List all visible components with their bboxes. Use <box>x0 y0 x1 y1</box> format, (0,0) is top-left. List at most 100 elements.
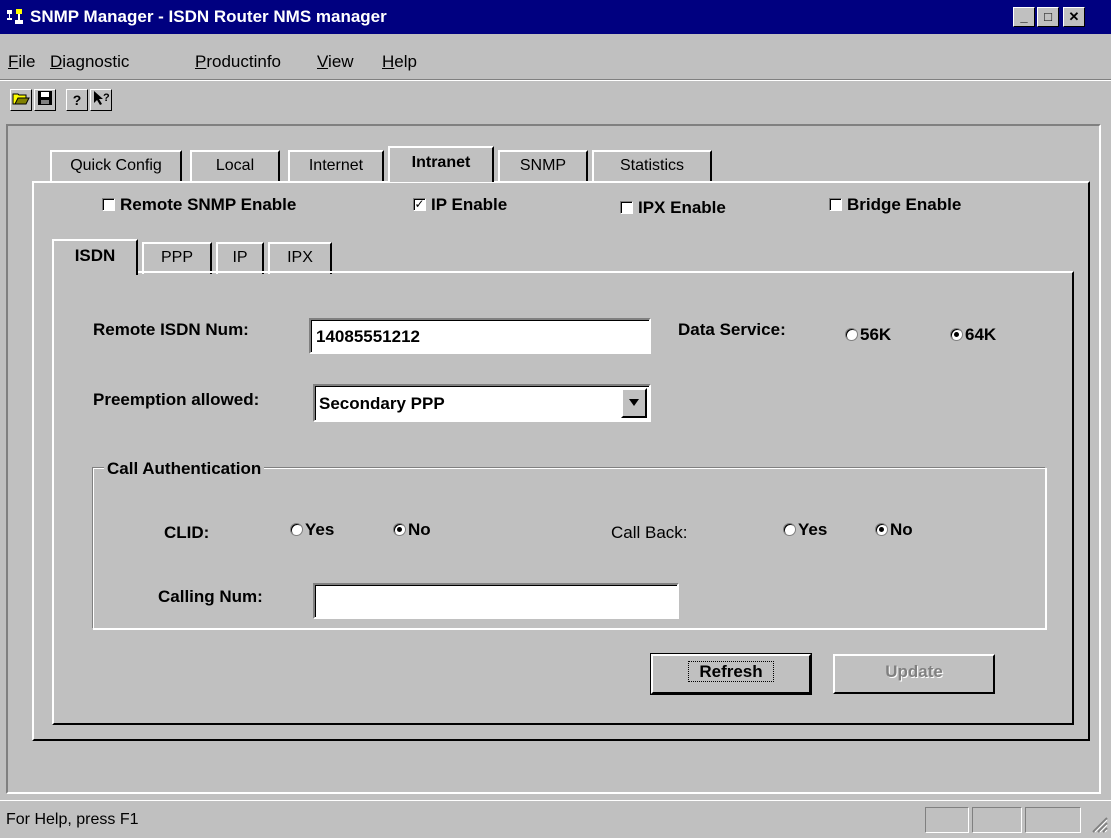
refresh-button-face: Refresh <box>651 654 811 694</box>
radio-label: Yes <box>305 520 335 539</box>
radio-circle <box>875 523 888 536</box>
tab-statistics[interactable]: Statistics <box>592 150 712 182</box>
menu-accel: F <box>8 52 19 71</box>
close-button[interactable]: ✕ <box>1063 7 1085 27</box>
radio-label: No <box>408 520 431 539</box>
open-button[interactable] <box>10 89 32 111</box>
checkbox-label: Remote SNMP Enable <box>120 195 297 214</box>
menu-file[interactable]: File <box>8 52 35 72</box>
subtab-label: IPX <box>287 249 313 266</box>
radio-circle <box>783 523 796 536</box>
tab-label: Intranet <box>411 154 471 171</box>
menu-view[interactable]: View <box>317 52 354 72</box>
app-window: SNMP Manager - ISDN Router NMS manager _… <box>0 0 1111 835</box>
call-back-label: Call Back: <box>611 523 688 542</box>
status-pane-3 <box>1025 807 1081 833</box>
update-button[interactable]: Update <box>833 654 995 694</box>
preemption-select[interactable]: Secondary PPP <box>313 384 651 422</box>
tab-snmp[interactable]: SNMP <box>498 150 588 182</box>
svg-text:?: ? <box>103 92 110 104</box>
tab-label: Internet <box>308 157 364 174</box>
radio-label: Yes <box>798 520 828 539</box>
data-service-label: Data Service: <box>678 320 786 339</box>
tab-label: Local <box>215 157 255 174</box>
resize-grip-icon[interactable] <box>1090 815 1108 833</box>
checkbox-box <box>102 198 115 211</box>
remote-isdn-input[interactable]: 14085551212 <box>309 318 651 354</box>
preemption-label: Preemption allowed: <box>93 390 260 409</box>
checkbox-box <box>620 201 633 214</box>
open-icon <box>12 93 30 109</box>
checkbox-box: ✓ <box>413 197 426 211</box>
menu-separator <box>0 79 1111 81</box>
minimize-icon: _ <box>1020 9 1028 24</box>
subtab-ip[interactable]: IP <box>216 242 264 274</box>
menu-diagnostic[interactable]: Diagnostic <box>50 52 129 72</box>
tab-label: Quick Config <box>70 157 162 174</box>
radio-circle <box>290 523 303 536</box>
tab-intranet[interactable]: Intranet <box>388 146 494 182</box>
menu-accel: V <box>317 52 329 71</box>
app-icon <box>6 8 24 26</box>
save-button[interactable] <box>34 89 56 111</box>
tab-quick-config[interactable]: Quick Config <box>50 150 182 182</box>
menu-accel: H <box>382 52 395 71</box>
radio-circle <box>393 523 406 536</box>
subtab-label: IP <box>232 249 248 266</box>
status-text: For Help, press F1 <box>6 811 139 828</box>
subtab-label: PPP <box>160 249 193 266</box>
subtab-ppp[interactable]: PPP <box>142 242 212 274</box>
preemption-value: Secondary PPP <box>319 394 445 413</box>
maximize-button[interactable]: □ <box>1037 7 1059 27</box>
menu-label: iagnostic <box>62 52 130 71</box>
help-icon: ? <box>72 92 82 108</box>
checkbox-label: Bridge Enable <box>847 195 962 214</box>
menu-label: elp <box>394 52 417 71</box>
radio-label: 64K <box>965 325 997 344</box>
subtab-label: ISDN <box>74 246 116 265</box>
about-button[interactable]: ? <box>66 89 88 111</box>
status-pane-2 <box>972 807 1022 833</box>
context-help-icon: ? <box>92 91 110 109</box>
clid-label: CLID: <box>164 523 210 542</box>
checkbox-label: IP Enable <box>431 195 508 214</box>
menu-productinfo[interactable]: Productinfo <box>195 52 281 72</box>
radio-circle <box>950 328 963 341</box>
tab-internet[interactable]: Internet <box>288 150 384 182</box>
menu-label: iew <box>328 52 354 71</box>
status-bar: For Help, press F1 <box>0 800 1111 835</box>
title-bar[interactable]: SNMP Manager - ISDN Router NMS manager _… <box>0 0 1111 34</box>
tab-label: Statistics <box>619 157 684 174</box>
radio-label: No <box>890 520 913 539</box>
radio-circle <box>845 328 858 341</box>
remote-isdn-label: Remote ISDN Num: <box>93 320 249 339</box>
context-help-button[interactable]: ? <box>90 89 112 111</box>
maximize-icon: □ <box>1044 9 1052 24</box>
window-title: SNMP Manager - ISDN Router NMS manager <box>30 7 387 26</box>
save-icon <box>37 91 53 109</box>
minimize-button[interactable]: _ <box>1013 7 1035 27</box>
refresh-label: Refresh <box>688 661 774 682</box>
chevron-down-icon <box>628 399 640 418</box>
subtab-ipx[interactable]: IPX <box>268 242 332 274</box>
menu-help[interactable]: Help <box>382 52 417 72</box>
calling-num-input[interactable] <box>313 583 679 619</box>
menu-label: ile <box>18 52 36 71</box>
tab-label: SNMP <box>519 157 567 174</box>
menu-label: roductinfo <box>206 52 282 71</box>
subtab-isdn[interactable]: ISDN <box>52 239 138 275</box>
checkbox-label: IPX Enable <box>638 198 726 217</box>
calling-num-label: Calling Num: <box>158 587 263 606</box>
call-authentication-label: Call Authentication <box>104 459 265 479</box>
checkbox-box <box>829 198 842 211</box>
remote-isdn-value: 14085551212 <box>316 327 421 346</box>
radio-label: 56K <box>860 325 892 344</box>
refresh-button[interactable]: Refresh <box>650 653 812 695</box>
menu-accel: P <box>195 52 207 71</box>
status-pane-1 <box>925 807 969 833</box>
dropdown-button[interactable] <box>621 388 647 418</box>
tab-local[interactable]: Local <box>190 150 280 182</box>
update-label: Update <box>885 662 943 681</box>
menu-accel: D <box>50 52 63 71</box>
close-icon: ✕ <box>1068 9 1080 24</box>
